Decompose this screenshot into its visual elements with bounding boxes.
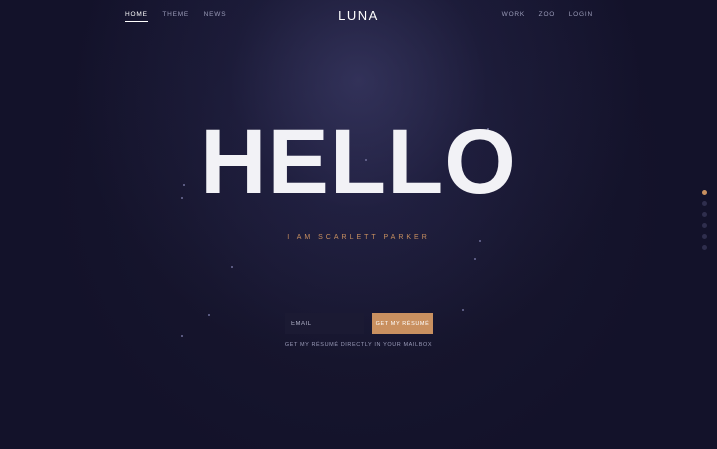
- pagination-dot[interactable]: [702, 234, 707, 239]
- pagination-dot[interactable]: [702, 201, 707, 206]
- hero-subtitle: I AM SCARLETT PARKER: [287, 234, 430, 241]
- background: [0, 0, 717, 449]
- nav-link-zoo[interactable]: ZOO: [539, 11, 555, 21]
- star-decoration: [231, 266, 233, 268]
- hero-title: HELLO: [200, 111, 517, 213]
- pagination-dot[interactable]: [702, 245, 707, 250]
- pagination-dot[interactable]: [702, 190, 707, 195]
- site-logo[interactable]: LUNA: [0, 8, 717, 23]
- pagination-dot[interactable]: [702, 223, 707, 228]
- get-resume-button[interactable]: GET MY RÉSUMÉ: [372, 313, 433, 334]
- signup-caption: GET MY RÉSUMÉ DIRECTLY IN YOUR MAILBOX: [284, 342, 433, 348]
- star-decoration: [462, 309, 464, 311]
- star-decoration: [208, 314, 210, 316]
- star-decoration: [181, 335, 183, 337]
- nav-link-login[interactable]: LOGIN: [569, 11, 593, 21]
- star-decoration: [474, 258, 476, 260]
- pagination-dot[interactable]: [702, 212, 707, 217]
- email-input[interactable]: [285, 313, 364, 334]
- secondary-nav: WORK ZOO LOGIN: [491, 11, 593, 21]
- section-pagination: [702, 190, 708, 256]
- nav-link-work[interactable]: WORK: [502, 11, 525, 21]
